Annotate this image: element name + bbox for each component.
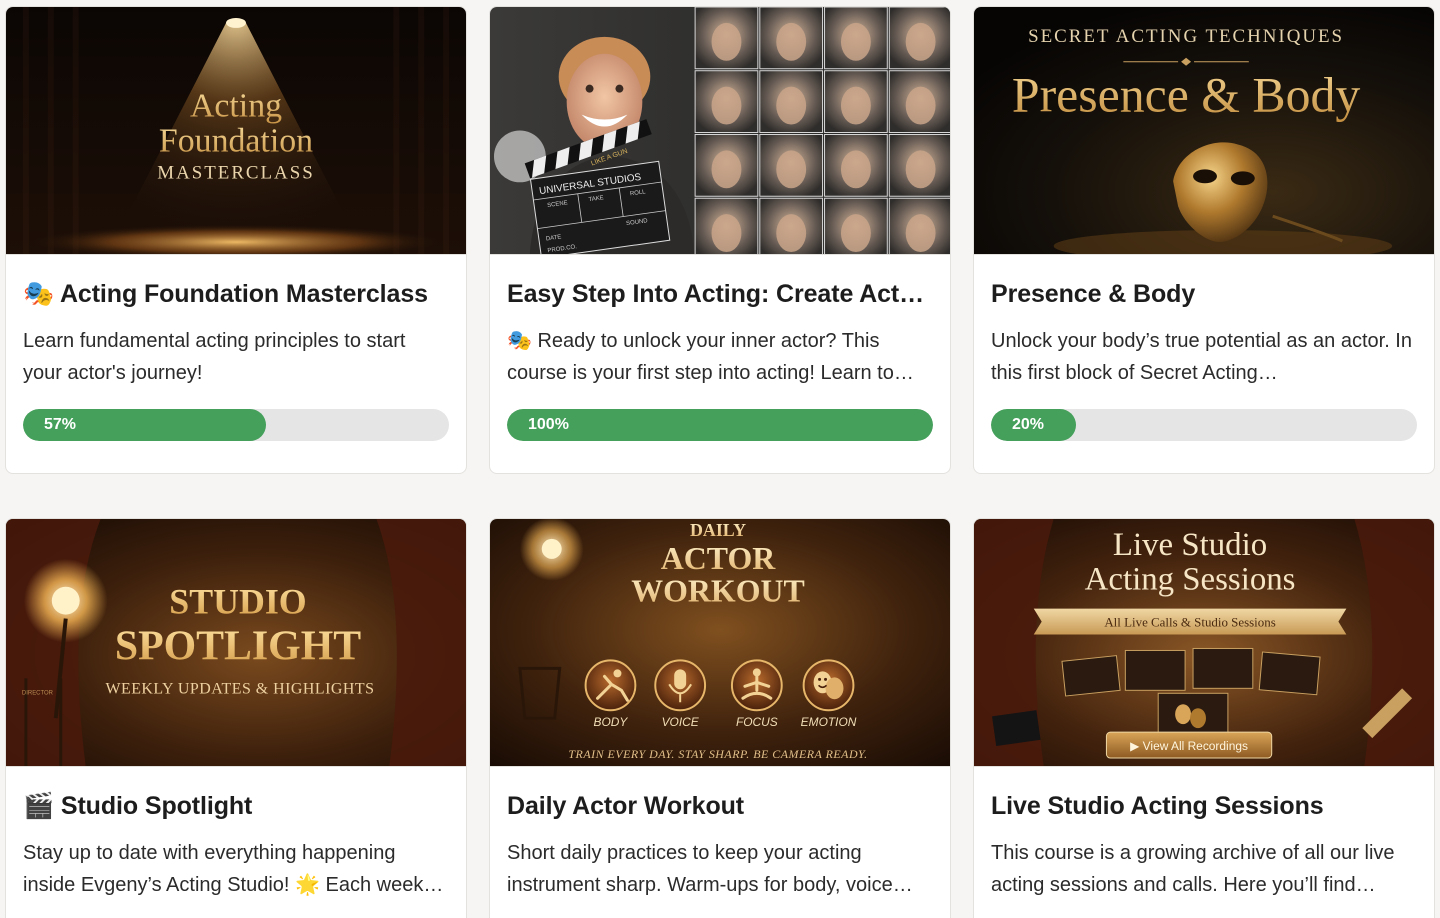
icon-label-emotion: EMOTION <box>801 715 857 729</box>
thumbnail-line2: ACTOR <box>661 541 776 576</box>
thumbnail-line3: WORKOUT <box>631 574 804 609</box>
course-title[interactable]: Easy Step Into Acting: Create Actor's Fo… <box>507 279 933 309</box>
chair-label: DIRECTOR <box>22 690 54 696</box>
thumbnail-line2: SPOTLIGHT <box>115 623 361 669</box>
thumbnail-banner: All Live Calls & Studio Sessions <box>1104 615 1275 630</box>
progress-bar-fill <box>507 409 933 441</box>
workout-stage-illustration: DAILY ACTOR WORKOUT BODY VOICE FOCUS EMO… <box>490 519 950 766</box>
thumbnail-line1: STUDIO <box>169 582 306 622</box>
course-thumbnail[interactable]: Live Studio Acting Sessions All Live Cal… <box>974 519 1434 767</box>
course-card-daily-actor-workout[interactable]: DAILY ACTOR WORKOUT BODY VOICE FOCUS EMO… <box>489 518 951 918</box>
course-title[interactable]: 🎭 Acting Foundation Masterclass <box>23 279 449 309</box>
thumbnail-tagline: TRAIN EVERY DAY. STAY SHARP. BE CAMERA R… <box>568 747 867 761</box>
progress-label: 100% <box>528 416 569 433</box>
progress-bar: 57% <box>23 409 449 441</box>
course-description: This course is a growing archive of all … <box>991 842 1395 896</box>
course-card-acting-foundation[interactable]: Acting Foundation MASTERCLASS 🎭 Acting F… <box>5 6 467 474</box>
actor-with-clapperboard-illustration: UNIVERSAL STUDIOS SCENE TAKE ROLL DATE S… <box>490 7 950 254</box>
course-thumbnail[interactable]: DIRECTOR STUDIO SPOTLIGHT WEEKLY UPDATES… <box>6 519 466 767</box>
voice-icon <box>654 659 707 712</box>
course-thumbnail[interactable]: SECRET ACTING TECHNIQUES Presence & Body <box>974 7 1434 255</box>
course-description: Short daily practices to keep your actin… <box>507 842 913 896</box>
live-sessions-illustration: Live Studio Acting Sessions All Live Cal… <box>974 519 1434 766</box>
course-title[interactable]: 🎬 Studio Spotlight <box>23 791 449 821</box>
gold-mask-illustration: SECRET ACTING TECHNIQUES Presence & Body <box>974 7 1434 254</box>
course-description: 🎭 Ready to unlock your inner actor? This… <box>507 330 914 384</box>
icon-label-focus: FOCUS <box>736 715 778 729</box>
thumbnail-line1: DAILY <box>690 520 746 540</box>
progress-label: 20% <box>1012 416 1045 433</box>
thumbnail-line2: Foundation <box>159 122 313 159</box>
thumbnail-headline: Presence & Body <box>1012 68 1360 123</box>
course-title[interactable]: Presence & Body <box>991 279 1417 309</box>
icon-label-voice: VOICE <box>662 715 700 729</box>
course-description: Learn fundamental acting principles to s… <box>23 330 406 384</box>
thumbnail-kicker: SECRET ACTING TECHNIQUES <box>1028 26 1344 47</box>
thumbnail-line1: Acting <box>190 88 282 125</box>
progress-label: 57% <box>44 416 77 433</box>
thumbnail-line2: Acting Sessions <box>1085 562 1296 598</box>
course-thumbnail[interactable]: UNIVERSAL STUDIOS SCENE TAKE ROLL DATE S… <box>490 7 950 255</box>
course-description: Unlock your body’s true potential as an … <box>991 330 1412 384</box>
spotlight-stage-illustration: Acting Foundation MASTERCLASS <box>6 7 466 254</box>
course-card-presence-and-body[interactable]: SECRET ACTING TECHNIQUES Presence & Body… <box>973 6 1435 474</box>
progress-bar: 20% <box>991 409 1417 441</box>
progress-bar: 100% <box>507 409 933 441</box>
studio-stage-illustration: DIRECTOR STUDIO SPOTLIGHT WEEKLY UPDATES… <box>6 519 466 766</box>
course-thumbnail[interactable]: Acting Foundation MASTERCLASS <box>6 7 466 255</box>
course-thumbnail[interactable]: DAILY ACTOR WORKOUT BODY VOICE FOCUS EMO… <box>490 519 950 767</box>
course-title[interactable]: Daily Actor Workout <box>507 791 933 821</box>
view-all-recordings-button: ▶ View All Recordings <box>1130 739 1248 753</box>
course-title[interactable]: Live Studio Acting Sessions <box>991 791 1417 821</box>
thumbnail-line3: WEEKLY UPDATES & HIGHLIGHTS <box>105 680 374 697</box>
course-card-easy-step-into-acting[interactable]: UNIVERSAL STUDIOS SCENE TAKE ROLL DATE S… <box>489 6 951 474</box>
thumbnail-line3: MASTERCLASS <box>157 162 314 183</box>
focus-icon <box>730 659 783 712</box>
course-description: Stay up to date with everything happenin… <box>23 842 444 896</box>
body-icon <box>584 659 637 712</box>
course-card-live-studio-sessions[interactable]: Live Studio Acting Sessions All Live Cal… <box>973 518 1435 918</box>
thumbnail-line1: Live Studio <box>1113 527 1267 563</box>
icon-label-body: BODY <box>594 715 629 729</box>
emotion-icon <box>802 659 855 712</box>
course-card-studio-spotlight[interactable]: DIRECTOR STUDIO SPOTLIGHT WEEKLY UPDATES… <box>5 518 467 918</box>
